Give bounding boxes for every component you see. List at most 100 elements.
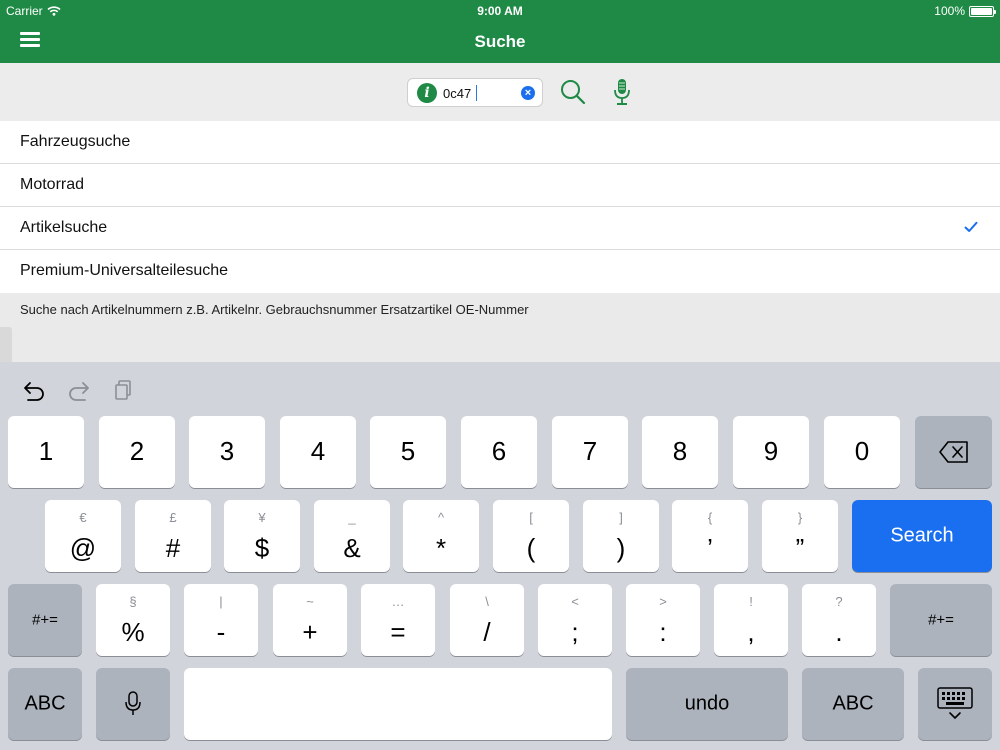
key-alt-label: £ [169,510,177,525]
key-label: 2 [129,436,145,466]
space-key[interactable] [184,668,612,740]
key-label: : [659,617,667,647]
key-label: 3 [219,436,235,466]
list-item-premium-universalteilesuche[interactable]: Premium-Universalteilesuche [0,250,1000,293]
content-edge [0,327,12,362]
key-alt-label: _ [348,510,356,525]
key-label: * [435,533,447,563]
key-alt-label: § [129,594,137,609]
key-symbol[interactable]: §% [96,584,170,656]
key-label: & [343,533,361,563]
battery-percent: 100% [934,4,965,18]
key-symbol[interactable]: {’ [672,500,748,572]
key-label: . [835,617,843,647]
onscreen-keyboard: 1 2 3 4 5 6 7 8 9 0 € @ £ # ¥ $ _ & ^ *[(]){’}” Search #+= §% |… [0,362,1000,750]
search-key-label: Search [890,524,954,547]
search-icon[interactable] [560,79,586,105]
key-0[interactable]: 0 [824,416,900,488]
key-alt-label: ¥ [258,510,266,525]
battery-icon [969,5,996,17]
redo-icon[interactable] [67,377,91,401]
search-input[interactable] [443,84,521,102]
symbols-key[interactable]: #+= [8,584,82,656]
key-symbol[interactable]: ¥ $ [224,500,300,572]
key-label: $ [254,533,270,563]
key-symbol[interactable]: !, [714,584,788,656]
key-label: 4 [310,436,326,466]
list-item-artikelsuche[interactable]: Artikelsuche [0,207,1000,250]
key-symbol[interactable]: <; [538,584,612,656]
key-alt-label: € [79,510,87,525]
keyboard-dismiss-icon [937,687,973,720]
key-label: ) [616,533,626,563]
delete-icon [939,441,968,463]
key-label: 9 [763,436,779,466]
abc-key[interactable]: ABC [802,668,904,740]
key-label: + [302,617,318,647]
symbols-key[interactable]: #+= [890,584,992,656]
key-8[interactable]: 8 [642,416,718,488]
key-label: - [216,617,226,647]
key-label: # [165,533,181,563]
key-symbol[interactable]: ]) [583,500,659,572]
mic-icon [125,691,141,715]
delete-key[interactable] [915,416,992,488]
list-item-label: Fahrzeugsuche [20,133,131,150]
page-title: Suche [474,32,526,51]
key-symbol[interactable]: € @ [45,500,121,572]
key-9[interactable]: 9 [733,416,809,488]
key-5[interactable]: 5 [370,416,446,488]
clear-icon[interactable]: × [521,86,535,100]
key-alt-label: ~ [306,594,314,609]
key-4[interactable]: 4 [280,416,356,488]
list-item-label: Premium-Universalteilesuche [20,262,229,279]
key-symbol[interactable]: \ / [450,584,524,656]
key-3[interactable]: 3 [189,416,265,488]
key-symbol[interactable]: }” [762,500,838,572]
paste-icon[interactable] [112,377,136,401]
key-7[interactable]: 7 [552,416,628,488]
undo-key-label: undo [684,692,730,715]
battery-group: 100% [934,4,996,18]
abc-key[interactable]: ABC [8,668,82,740]
list-item-label: Artikelsuche [20,219,108,236]
dictation-key[interactable] [96,668,170,740]
key-symbol[interactable]: ~ + [273,584,347,656]
key-symbol[interactable]: >: [626,584,700,656]
key-label: = [390,617,406,647]
search-key[interactable]: Search [852,500,992,572]
abc-key-label: ABC [24,692,66,715]
key-2[interactable]: 2 [99,416,175,488]
key-alt-label: { [707,510,713,525]
info-icon[interactable]: i [417,83,437,103]
search-field[interactable]: i × [407,78,543,107]
key-symbol[interactable]: _ & [314,500,390,572]
key-alt-label: \ [485,594,489,609]
key-1[interactable]: 1 [8,416,84,488]
list-item-motorrad[interactable]: Motorrad [0,164,1000,207]
undo-key[interactable]: undo [626,668,788,740]
key-label: 0 [854,436,870,466]
key-label: ( [526,533,536,563]
key-symbol[interactable]: [( [493,500,569,572]
key-symbol[interactable]: ?. [802,584,876,656]
key-alt-label: … [391,594,405,609]
key-symbol[interactable]: ^ * [403,500,479,572]
key-symbol[interactable]: | - [184,584,258,656]
search-type-list: Fahrzeugsuche Motorrad Artikelsuche Prem… [0,121,1000,293]
microphone-icon[interactable] [611,78,633,106]
key-symbol[interactable]: … = [361,584,435,656]
key-label: @ [69,533,97,563]
key-6[interactable]: 6 [461,416,537,488]
undo-icon[interactable] [22,377,46,401]
key-alt-label: ^ [437,510,445,525]
key-label: / [483,617,491,647]
search-description: Suche nach Artikelnummern z.B. Artikelnr… [20,302,529,317]
status-bar: Carrier 9:00 AM 100% [0,0,1000,20]
list-item-fahrzeugsuche[interactable]: Fahrzeugsuche [0,121,1000,164]
key-alt-label: | [219,594,223,609]
key-symbol[interactable]: £ # [135,500,211,572]
key-alt-label: ? [835,594,843,609]
key-label: , [747,617,755,647]
hide-keyboard-key[interactable] [918,668,992,740]
